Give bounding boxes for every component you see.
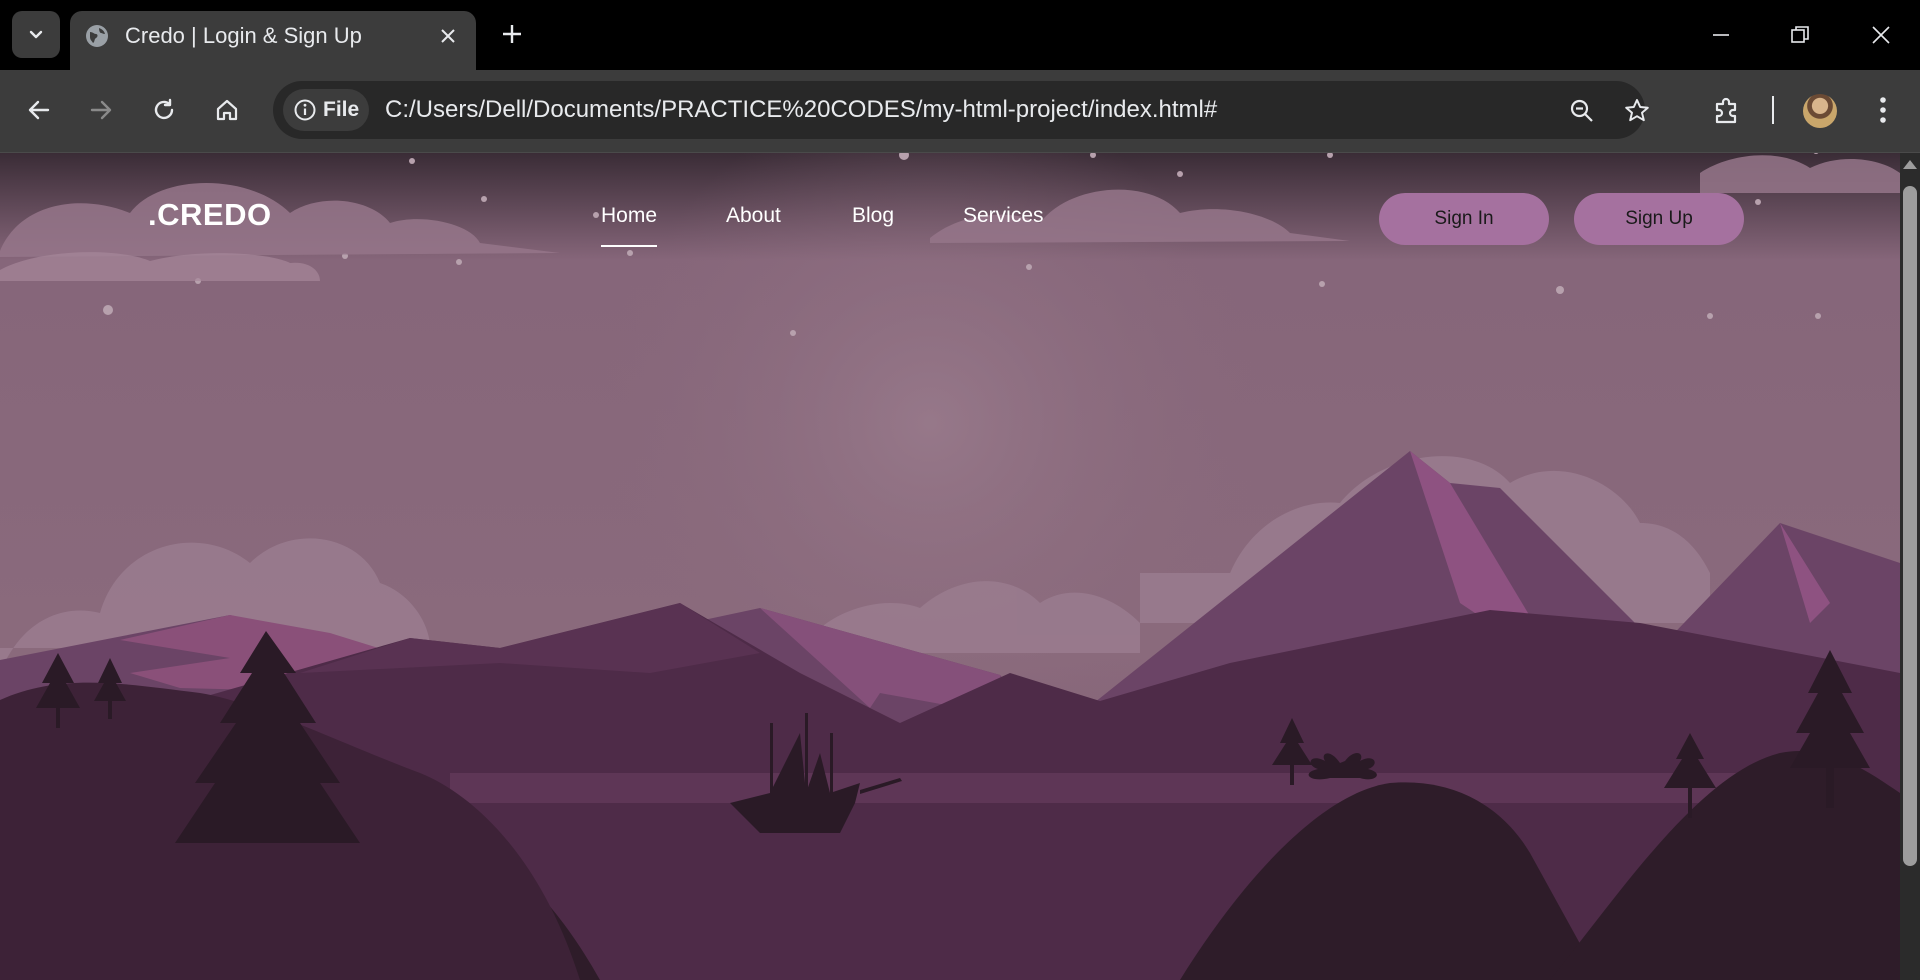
tab-search-button[interactable]: [12, 11, 60, 58]
home-button[interactable]: [206, 89, 248, 131]
bookmark-button[interactable]: [1621, 95, 1653, 127]
site-info-label: File: [323, 98, 360, 121]
nav-link-home[interactable]: Home: [601, 203, 658, 247]
reload-button[interactable]: [143, 89, 185, 131]
close-tab-button[interactable]: [434, 22, 462, 50]
plus-icon: [503, 25, 521, 43]
extensions-button[interactable]: [1706, 89, 1748, 131]
sign-in-button[interactable]: Sign In: [1379, 193, 1549, 245]
site-logo[interactable]: .CREDO: [148, 197, 272, 233]
scroll-up-arrow-icon[interactable]: [1903, 160, 1917, 169]
scrollbar-thumb[interactable]: [1903, 186, 1917, 866]
close-icon: [1872, 26, 1890, 44]
close-icon: [441, 29, 455, 43]
nav-link-about[interactable]: About: [726, 203, 781, 229]
chevron-down-icon: [29, 30, 43, 38]
puzzle-icon: [1715, 97, 1737, 124]
tab-title: Credo | Login & Sign Up: [125, 23, 362, 48]
zoom-out-icon: [1570, 99, 1593, 122]
home-icon: [216, 99, 238, 121]
url-text[interactable]: C:/Users/Dell/Documents/PRACTICE%20CODES…: [385, 95, 1217, 125]
page-viewport: .CREDO Home About Blog Services Sign In …: [0, 153, 1900, 980]
minimize-button[interactable]: [1698, 14, 1744, 56]
arrow-left-icon: [28, 100, 50, 120]
profile-avatar[interactable]: [1803, 94, 1837, 128]
nav-link-blog[interactable]: Blog: [852, 203, 894, 229]
reload-icon: [154, 98, 174, 120]
restore-icon: [1791, 26, 1809, 43]
star-icon: [1625, 99, 1649, 122]
active-tab[interactable]: Credo | Login & Sign Up: [70, 11, 476, 70]
browser-menu-button[interactable]: [1862, 89, 1904, 131]
zoom-button[interactable]: [1566, 95, 1598, 127]
restore-button[interactable]: [1777, 14, 1823, 56]
arrow-right-icon: [90, 100, 112, 120]
minimize-icon: [1713, 34, 1729, 36]
forward-button[interactable]: [80, 89, 122, 131]
mountain-landscape-background: [0, 153, 1900, 980]
address-bar[interactable]: File C:/Users/Dell/Documents/PRACTICE%20…: [273, 81, 1649, 139]
nav-link-services[interactable]: Services: [963, 203, 1044, 229]
site-info-chip[interactable]: File: [283, 89, 369, 131]
site-navbar: .CREDO Home About Blog Services Sign In …: [0, 153, 1900, 263]
back-button[interactable]: [18, 89, 60, 131]
info-icon: [294, 99, 316, 121]
sign-up-button[interactable]: Sign Up: [1574, 193, 1744, 245]
kebab-menu-icon: [1880, 97, 1886, 123]
globe-icon: [86, 25, 108, 47]
close-window-button[interactable]: [1858, 14, 1904, 56]
toolbar-divider: [1772, 96, 1774, 124]
tab-strip: Credo | Login & Sign Up: [0, 0, 1920, 70]
new-tab-button[interactable]: [496, 18, 528, 50]
